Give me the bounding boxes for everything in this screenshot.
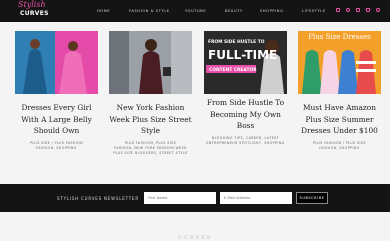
twitter-icon[interactable]: [376, 8, 380, 12]
nav-home[interactable]: HOME: [97, 9, 110, 13]
overlay-line-3: CONTENT CREATOR: [209, 67, 257, 73]
first-name-field[interactable]: [144, 192, 216, 204]
card-title-4[interactable]: Must Have Amazon Plus Size Summer Dresse…: [298, 102, 381, 137]
nav-youtube[interactable]: YOUTUBE: [185, 9, 206, 13]
card-image-3-photo: FROM SIDE HUSTLE TO FULL-TIME CONTENT CR…: [204, 31, 287, 94]
nav-beauty[interactable]: BEAUTY: [225, 9, 243, 13]
nav-fashion-style[interactable]: FASHION & STYLE: [129, 9, 170, 13]
card-title-2[interactable]: New York Fashion Week Plus Size Street S…: [109, 102, 192, 137]
instagram-icon[interactable]: [336, 8, 340, 12]
card-image-2-photo: [109, 31, 192, 94]
pinterest-icon[interactable]: [346, 8, 350, 12]
facebook-icon[interactable]: [356, 8, 360, 12]
card-title-1[interactable]: Dresses Every Girl With A Large Belly Sh…: [15, 102, 98, 137]
card-tags-3: BLOGGING TIPS, CAREER, LATEST ENTREPRENE…: [206, 136, 285, 145]
card-image-4-photo: Plus Size Dresses: [298, 31, 381, 94]
card-tags-1: PLUS SIZE / PLUS FASHION FASHION, SHOPPI…: [29, 141, 84, 150]
nav-lifestyle[interactable]: LIFESTYLE: [302, 9, 326, 13]
email-field[interactable]: [220, 192, 292, 204]
card-image-4[interactable]: Plus Size Dresses: [298, 31, 381, 94]
footer-heading: CURVES: [178, 235, 213, 241]
card-title-3[interactable]: From Side Hustle To Becoming My Own Boss: [204, 97, 287, 132]
card-image-3[interactable]: FROM SIDE HUSTLE TO FULL-TIME CONTENT CR…: [204, 31, 287, 94]
card-image-1[interactable]: [15, 31, 98, 94]
top-navigation-bar: Stylish CURVES HOME FASHION & STYLE YOUT…: [0, 0, 390, 22]
overlay-line-2: FULL-TIME: [208, 48, 277, 62]
newsletter-label: STYLISH CURVES NEWSLETTER: [57, 196, 139, 201]
nav-shopping[interactable]: SHOPPING: [260, 9, 283, 13]
card-tags-4: PLUS FASHION / PLUS SIZE FASHION, SHOPPI…: [312, 141, 367, 150]
overlay-title: Plus Size Dresses: [308, 33, 371, 41]
card-tags-2: PLUS FASHION, PLUS SIZE FASHION, NEW YOR…: [113, 141, 188, 155]
subscribe-button[interactable]: SUBSCRIBE: [296, 192, 328, 204]
card-image-2[interactable]: [109, 31, 192, 94]
youtube-icon[interactable]: [366, 8, 370, 12]
site-logo[interactable]: Stylish CURVES: [18, 1, 50, 21]
logo-script-text: Stylish: [18, 0, 46, 9]
logo-caps-text: CURVES: [20, 10, 49, 17]
card-image-1-photo: [15, 31, 98, 94]
overlay-line-1: FROM SIDE HUSTLE TO: [208, 39, 265, 45]
